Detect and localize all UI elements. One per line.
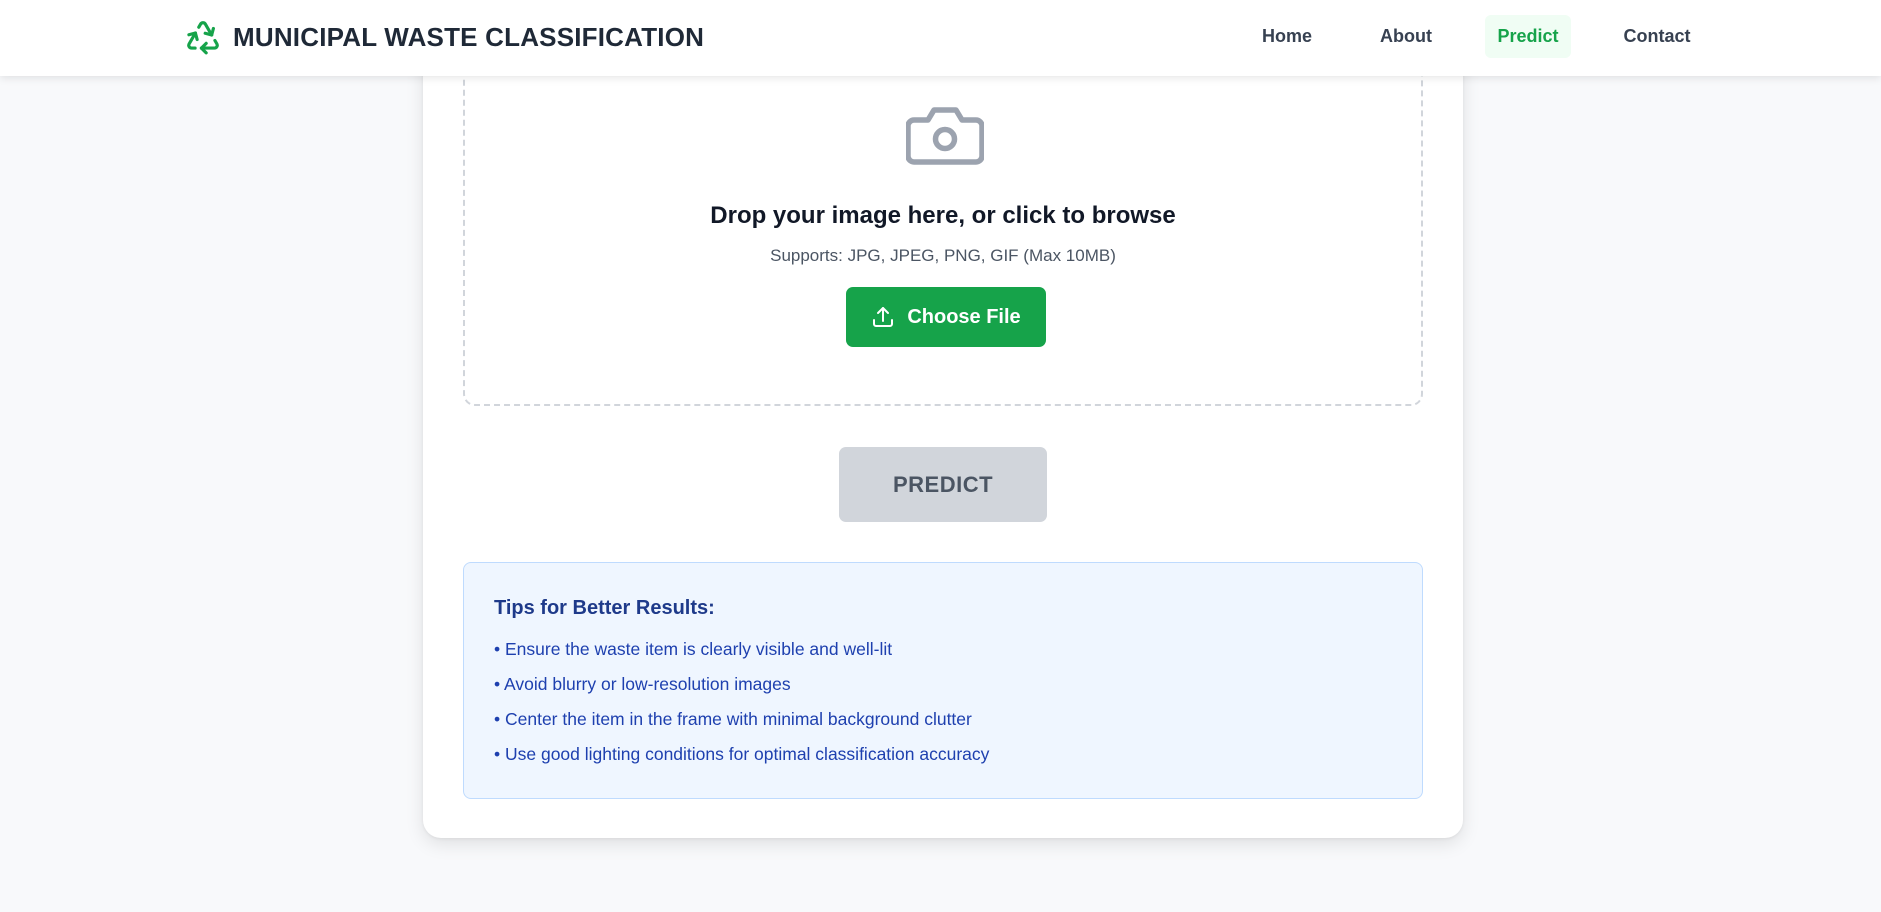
app-brand-title[interactable]: MUNICIPAL WASTE CLASSIFICATION: [233, 22, 704, 53]
tips-title: Tips for Better Results:: [494, 597, 715, 619]
top-navbar: MUNICIPAL WASTE CLASSIFICATION Home Abou…: [0, 0, 1881, 76]
dropzone-supported-formats: Supports: JPG, JPEG, PNG, GIF (Max 10MB): [770, 246, 1116, 265]
recycle-icon[interactable]: [184, 18, 222, 56]
tip-item: • Avoid blurry or low-resolution images: [494, 674, 791, 694]
choose-file-button[interactable]: Choose File: [846, 287, 1046, 347]
nav-contact[interactable]: Contact: [1610, 15, 1704, 58]
upload-card: Drop your image here, or click to browse…: [423, 0, 1463, 838]
tip-item: • Use good lighting conditions for optim…: [494, 744, 990, 764]
dropzone-title: Drop your image here, or click to browse: [710, 202, 1176, 229]
tips-list: • Ensure the waste item is clearly visib…: [494, 638, 1392, 778]
tip-item: • Center the item in the frame with mini…: [494, 709, 972, 729]
choose-file-label: Choose File: [907, 305, 1021, 328]
nav-predict[interactable]: Predict: [1485, 15, 1571, 58]
nav-home[interactable]: Home: [1248, 15, 1326, 58]
predict-button[interactable]: PREDICT: [839, 447, 1047, 522]
tips-panel: Tips for Better Results: • Ensure the wa…: [463, 562, 1423, 799]
upload-icon: [873, 307, 894, 327]
tip-item: • Ensure the waste item is clearly visib…: [494, 639, 893, 659]
nav-about[interactable]: About: [1366, 15, 1446, 58]
camera-icon: [906, 107, 984, 165]
